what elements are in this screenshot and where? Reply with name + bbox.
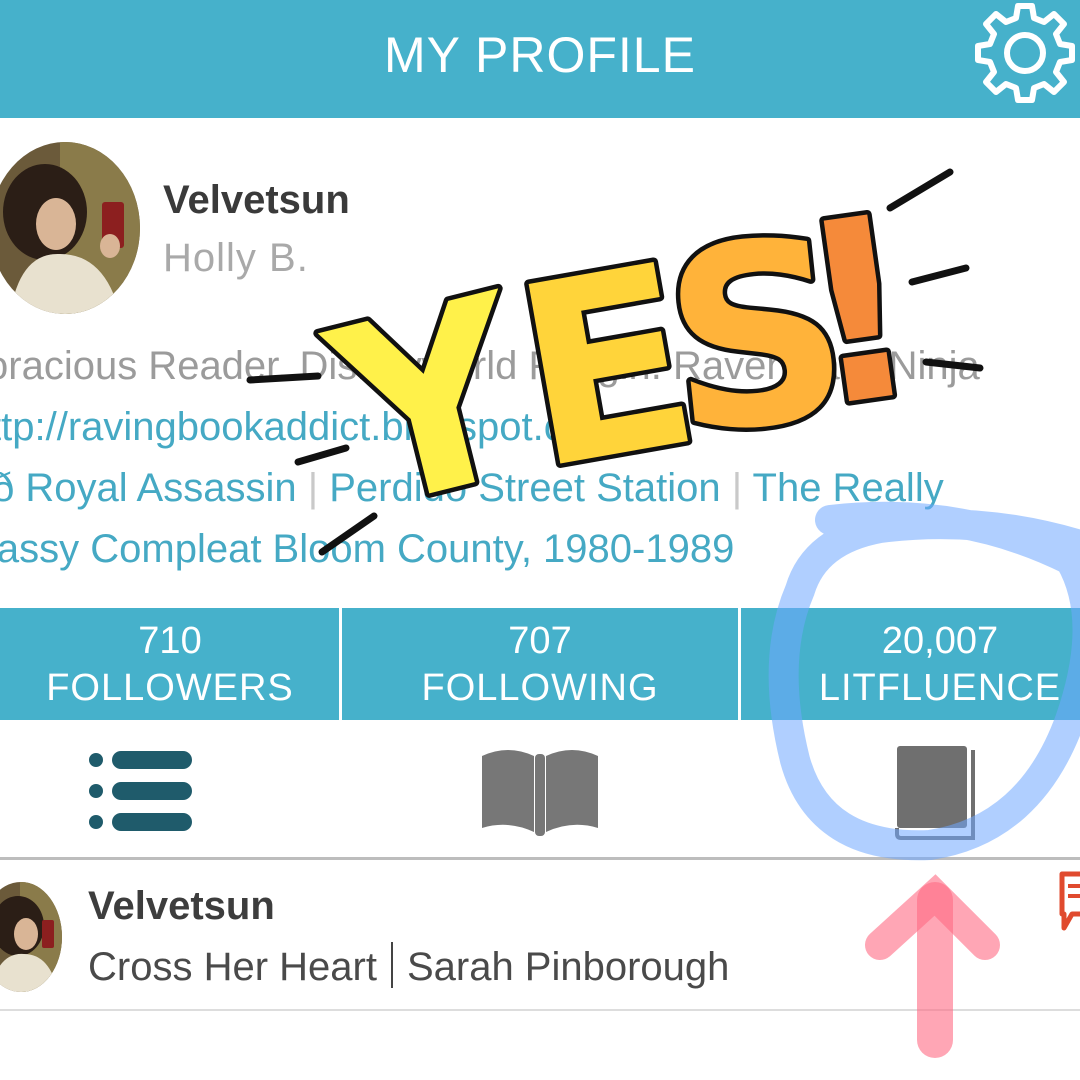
followers-count: 710 (138, 620, 202, 662)
following-count: 707 (508, 620, 572, 662)
open-book-icon[interactable] (480, 746, 600, 838)
profile-real-name: Holly B. (163, 236, 309, 280)
post-username[interactable]: Velvetsun (88, 884, 275, 929)
book-prefix-glyph: ð (0, 466, 15, 510)
profile-username: Velvetsun (163, 178, 350, 222)
litfluence-stat[interactable]: 20,007 LITFLUENCE (741, 608, 1080, 722)
favorite-book-link[interactable]: Perdido Street Station (329, 466, 720, 510)
gear-icon[interactable] (970, 0, 1080, 110)
litfluence-count: 20,007 (881, 620, 999, 662)
favorite-book-link[interactable]: Royal Assassin (25, 466, 296, 510)
yes-letter: S (652, 183, 861, 491)
profile-tabs (0, 720, 1080, 860)
separator: | (731, 466, 743, 510)
post-book-author: Sarah Pinborough (406, 945, 730, 989)
following-label: FOLLOWING (421, 667, 659, 709)
post-book-title: Cross Her Heart (88, 945, 377, 989)
following-stat[interactable]: 707 FOLLOWING (342, 608, 738, 722)
post-book-info[interactable]: Cross Her Heart Sarah Pinborough (88, 942, 729, 990)
separator (390, 942, 393, 988)
list-icon[interactable] (86, 748, 198, 834)
yes-letter: ! (782, 160, 935, 464)
closed-book-icon[interactable] (895, 744, 975, 840)
comment-icon[interactable] (1058, 870, 1080, 932)
litfluence-label: LITFLUENCE (818, 667, 1062, 709)
profile-url-link[interactable]: ttp://ravingbookaddict.blogspot.com (0, 405, 619, 450)
row-divider (0, 1009, 1080, 1011)
followers-stat[interactable]: 710 FOLLOWERS (0, 608, 340, 722)
yes-letter: Y (305, 240, 557, 568)
separator: | (307, 466, 319, 510)
favorite-book-link[interactable]: lassy Compleat Bloom County, 1980-1989 (0, 527, 734, 572)
profile-bio: oracious Reader. Disneyworld Fangirl. Ra… (0, 344, 980, 388)
stats-bar: 710 FOLLOWERS 707 FOLLOWING 20,007 LITFL… (0, 606, 1080, 722)
favorite-book-link[interactable]: The Really (753, 466, 944, 510)
favorite-books-line-1: ð Royal Assassin | Perdido Street Statio… (0, 466, 944, 511)
highlight-arrow (865, 874, 1000, 1058)
post-avatar[interactable] (0, 882, 62, 992)
followers-label: FOLLOWERS (46, 667, 294, 709)
page-title: MY PROFILE (384, 27, 696, 83)
avatar[interactable] (0, 142, 140, 314)
